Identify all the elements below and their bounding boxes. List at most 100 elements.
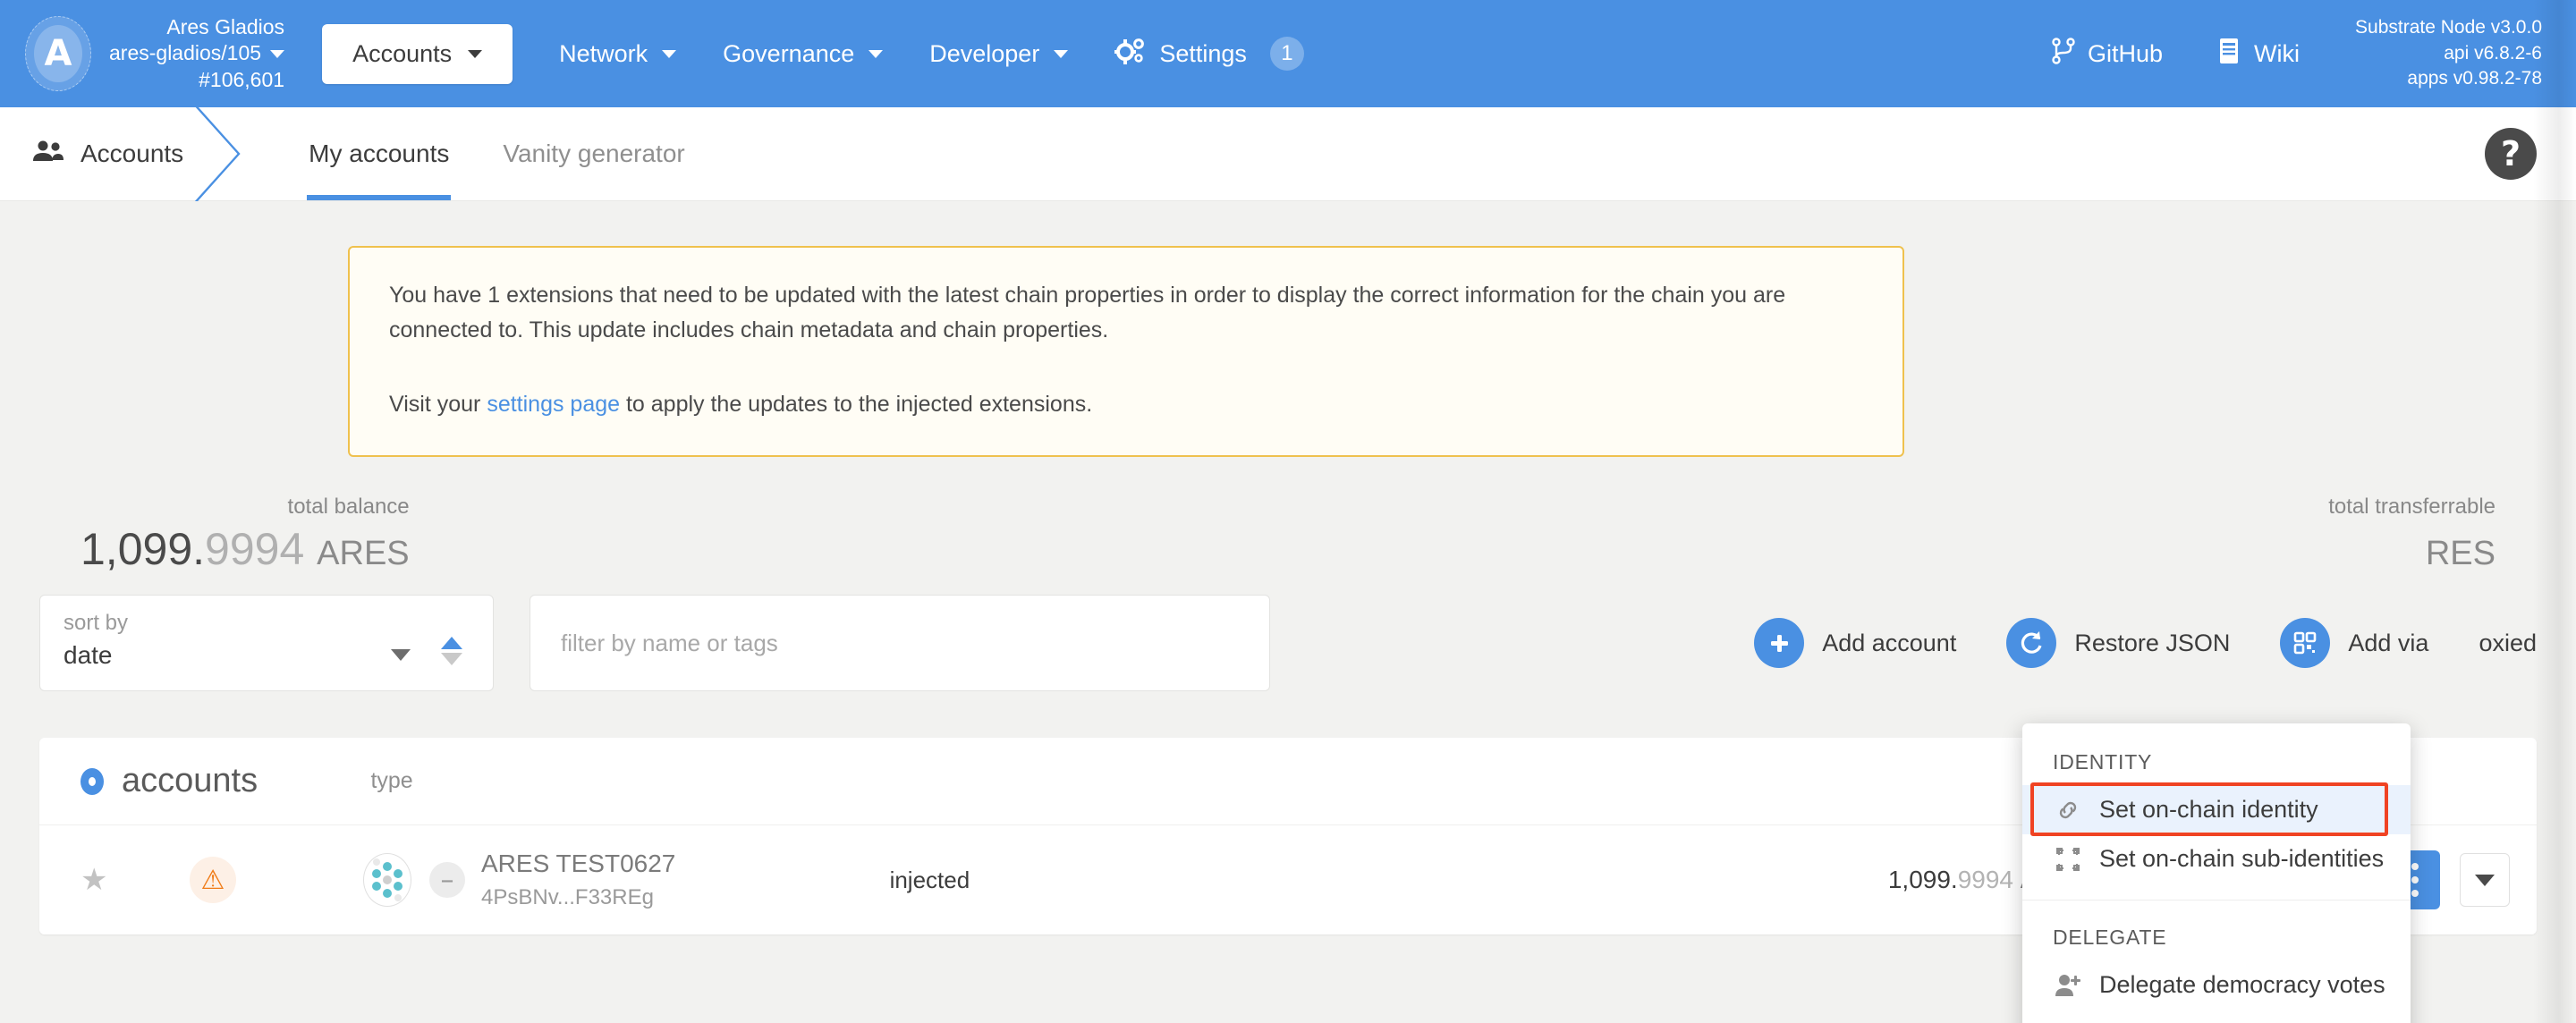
total-balance-frac: 9994 bbox=[205, 524, 305, 575]
balance-summary: total balance 1,099.9994 ARES total tran… bbox=[39, 495, 2537, 575]
chevron-down-icon[interactable] bbox=[391, 649, 411, 662]
row-expand-button[interactable] bbox=[2460, 853, 2510, 908]
total-balance-int: 1,099. bbox=[80, 524, 206, 575]
total-balance-unit: ARES bbox=[317, 535, 410, 573]
nav-governance-label: Governance bbox=[723, 39, 855, 67]
menu-item-set-on-chain-identity-label: Set on-chain identity bbox=[2099, 796, 2318, 823]
add-account-label: Add account bbox=[1822, 629, 1957, 656]
add-via-qr-label: Add via bbox=[2348, 629, 2429, 656]
refresh-icon bbox=[2006, 618, 2057, 669]
favorite-star-icon[interactable]: ★ bbox=[80, 862, 134, 898]
settings-badge: 1 bbox=[1269, 37, 1304, 71]
chain-selector[interactable]: A Ares Gladios ares-gladios/105 #106,601 bbox=[25, 14, 285, 93]
extension-update-alert: You have 1 extensions that need to be up… bbox=[348, 246, 1904, 458]
tab-vanity-generator-label: Vanity generator bbox=[503, 140, 685, 167]
breadcrumb-label: Accounts bbox=[80, 140, 184, 167]
nav-item-developer[interactable]: Developer bbox=[929, 40, 1069, 68]
row-actions-dropdown: IDENTITY Set on-chain identity Set on-ch… bbox=[2022, 723, 2411, 1023]
chain-info: Ares Gladios ares-gladios/105 #106,601 bbox=[109, 14, 285, 93]
warning-icon[interactable]: ⚠ bbox=[190, 857, 236, 904]
sort-direction-toggle[interactable] bbox=[441, 637, 462, 666]
total-balance-value: 1,099.9994 ARES bbox=[80, 523, 410, 575]
frame-icon bbox=[2053, 847, 2083, 872]
nav-settings-label: Settings bbox=[1159, 39, 1247, 67]
menu-item-add-proxy[interactable]: Add proxy bbox=[2022, 1010, 2411, 1023]
menu-item-set-on-chain-identity[interactable]: Set on-chain identity bbox=[2022, 785, 2411, 834]
column-header-type: type bbox=[370, 768, 413, 794]
expand-toggle-icon[interactable]: – bbox=[429, 862, 465, 899]
breadcrumb: Accounts bbox=[0, 107, 183, 200]
chain-block-number: #106,601 bbox=[199, 67, 285, 91]
total-transferrable-label: total transferrable bbox=[2328, 495, 2496, 520]
total-balance-block: total balance 1,099.9994 ARES bbox=[80, 495, 410, 575]
people-icon bbox=[32, 139, 64, 170]
chevron-down-icon bbox=[662, 49, 677, 58]
account-type: injected bbox=[889, 866, 970, 893]
chain-logo-icon: A bbox=[25, 16, 91, 91]
circle-dot-icon bbox=[80, 767, 104, 795]
chain-node: ares-gladios/105 bbox=[109, 41, 262, 65]
github-icon bbox=[2052, 37, 2075, 71]
github-label: GitHub bbox=[2088, 39, 2164, 67]
chevron-down-icon bbox=[869, 49, 884, 58]
add-proxied-label: oxied bbox=[2479, 629, 2537, 656]
account-balance-frac: 9994 bbox=[1957, 866, 2014, 894]
add-account-button[interactable]: Add account bbox=[1754, 618, 1957, 669]
sort-by-select[interactable]: sort by date bbox=[39, 595, 494, 692]
book-icon bbox=[2218, 38, 2241, 71]
chevron-down-icon bbox=[1054, 49, 1069, 58]
github-link[interactable]: GitHub bbox=[2052, 37, 2164, 71]
alert-line-2: Visit your settings page to apply the up… bbox=[389, 387, 1863, 422]
nav-right-group: GitHub Wiki Substrate Node v3.0.0 api v6… bbox=[2052, 15, 2542, 93]
tab-my-accounts[interactable]: My accounts bbox=[282, 107, 476, 200]
menu-item-set-on-chain-sub-identities[interactable]: Set on-chain sub-identities bbox=[2022, 834, 2411, 884]
restore-json-label: Restore JSON bbox=[2074, 629, 2231, 656]
add-proxied-button[interactable]: oxied bbox=[2479, 630, 2537, 657]
help-button-label: ? bbox=[2500, 134, 2521, 173]
account-identity: ARES TEST0627 4PsBNv...F33REg bbox=[481, 850, 675, 910]
user-plus-icon bbox=[2053, 973, 2083, 998]
help-button[interactable]: ? bbox=[2485, 128, 2537, 180]
alert-line-1: You have 1 extensions that need to be up… bbox=[389, 283, 1786, 342]
restore-json-button[interactable]: Restore JSON bbox=[2006, 618, 2231, 669]
nav-item-accounts[interactable]: Accounts bbox=[322, 23, 513, 84]
nav-item-settings[interactable]: Settings 1 bbox=[1114, 37, 1304, 71]
tab-vanity-generator[interactable]: Vanity generator bbox=[476, 107, 711, 200]
controls-row: sort by date Add account bbox=[39, 595, 2537, 692]
sort-by-label: sort by bbox=[64, 611, 129, 636]
total-transferrable-value: RES bbox=[2328, 523, 2496, 575]
menu-item-delegate-democracy-votes-label: Delegate democracy votes bbox=[2099, 971, 2385, 998]
menu-heading-delegate: DELEGATE bbox=[2053, 926, 2167, 949]
sort-ascending-icon bbox=[441, 637, 462, 650]
chain-logo-glyph: A bbox=[44, 33, 72, 74]
wiki-link[interactable]: Wiki bbox=[2218, 38, 2300, 71]
account-actions: Add account Restore JSON Add via oxied bbox=[1704, 618, 2537, 669]
identicon-avatar bbox=[363, 853, 411, 908]
account-balance-int: 1,099. bbox=[1887, 866, 1958, 894]
total-transferrable-block: total transferrable RES bbox=[2328, 495, 2496, 575]
total-balance-label: total balance bbox=[287, 495, 410, 520]
version-info: Substrate Node v3.0.0 api v6.8.2-6 apps … bbox=[2355, 15, 2542, 93]
wiki-label: Wiki bbox=[2254, 39, 2301, 67]
accounts-table-title-label: accounts bbox=[122, 762, 258, 800]
nav-item-governance[interactable]: Governance bbox=[723, 39, 884, 68]
chevron-down-icon bbox=[2475, 874, 2495, 886]
settings-page-link[interactable]: settings page bbox=[487, 392, 620, 417]
nav-accounts-label: Accounts bbox=[352, 39, 453, 67]
version-apps: apps v0.98.2-78 bbox=[2407, 68, 2542, 89]
tab-my-accounts-label: My accounts bbox=[309, 140, 450, 167]
tab-divider bbox=[183, 107, 282, 201]
filter-input-wrapper[interactable] bbox=[530, 595, 1270, 692]
account-name: ARES TEST0627 bbox=[481, 849, 676, 877]
nav-item-network[interactable]: Network bbox=[559, 40, 677, 68]
chevron-down-icon[interactable] bbox=[270, 49, 285, 58]
tab-list: My accounts Vanity generator bbox=[282, 107, 712, 200]
menu-item-delegate-democracy-votes[interactable]: Delegate democracy votes bbox=[2022, 960, 2411, 1010]
accounts-table-title: accounts bbox=[80, 762, 258, 800]
filter-input[interactable] bbox=[561, 629, 1239, 657]
sort-descending-icon bbox=[441, 653, 462, 666]
alert-line-2-post: to apply the updates to the injected ext… bbox=[620, 391, 1093, 417]
tab-bar: Accounts My accounts Vanity generator ? bbox=[0, 107, 2576, 201]
add-via-qr-button[interactable]: Add via bbox=[2280, 618, 2429, 669]
plus-icon bbox=[1754, 618, 1805, 669]
